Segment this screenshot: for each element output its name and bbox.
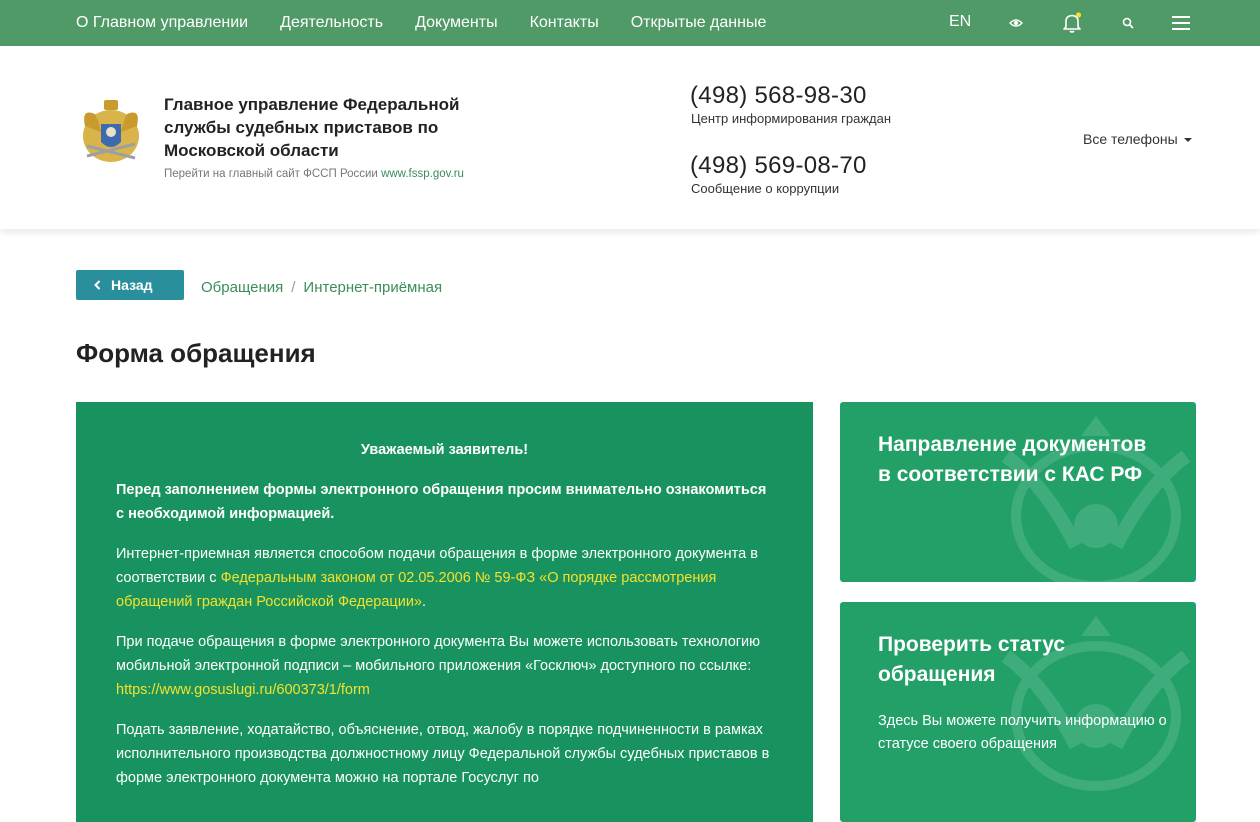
back-button-label: Назад [111,277,153,293]
page-title: Форма обращения [76,338,316,368]
check-status-card[interactable]: Проверить статус обращения Здесь Вы може… [840,602,1196,822]
breadcrumb: Обращения / Интернет-приёмная [201,279,442,296]
nav-item-activity[interactable]: Деятельность [280,14,383,32]
chevron-left-icon [94,280,101,290]
main-site-link[interactable]: Перейти на главный сайт ФССП России www.… [164,168,464,180]
breadcrumb-appeals[interactable]: Обращения [201,279,283,296]
info-paragraph-4: Подать заявление, ходатайство, объяснени… [116,722,770,786]
top-nav-bar: О Главном управлении Деятельность Докуме… [0,0,1260,46]
phone-info-center-caption: Центр информирования граждан [691,111,892,126]
info-paragraph-2: Интернет-приемная является способом пода… [116,542,773,614]
language-switch[interactable]: EN [949,13,971,31]
breadcrumb-separator: / [291,279,296,296]
kas-documents-card[interactable]: Направление документов в соответствии с … [840,402,1196,582]
check-status-description: Здесь Вы можете получить информацию о ст… [878,713,1167,752]
check-status-title: Проверить статус обращения [878,633,1066,686]
goskey-link[interactable]: https://www.gosuslugi.ru/600373/1/form [116,682,370,698]
site-header: Главное управление Федеральной службы су… [0,46,1260,229]
info-paragraph-2-end: . [421,594,427,610]
eye-icon[interactable] [1004,11,1028,35]
nav-item-open-data[interactable]: Открытые данные [631,14,767,32]
search-icon[interactable] [1116,11,1140,35]
main-site-link-text: Перейти на главный сайт ФССП России [164,168,378,180]
back-button[interactable]: Назад [76,270,184,300]
phone-corruption-caption: Сообщение о коррупции [691,181,840,196]
info-paragraph-1: Перед заполнением формы электронного обр… [116,482,767,522]
fssp-emblem-logo[interactable] [79,96,143,168]
info-paragraph-3: При подаче обращения в форме электронног… [116,630,773,702]
caret-down-icon [1183,138,1192,143]
all-phones-dropdown[interactable]: Все телефоны [1083,131,1192,147]
menu-icon[interactable] [1169,11,1193,35]
phone-corruption[interactable]: (498) 569-08-70 [690,152,867,180]
kas-documents-title: Направление документов в соответствии с … [878,433,1147,486]
nav-item-contacts[interactable]: Контакты [530,14,599,32]
nav-item-about[interactable]: О Главном управлении [76,14,248,32]
top-nav: О Главном управлении Деятельность Докуме… [76,0,766,46]
nav-item-documents[interactable]: Документы [415,14,497,32]
organization-name: Главное управление Федеральной службы су… [164,95,460,160]
bell-icon[interactable] [1060,11,1084,35]
info-paragraph-3-text: При подаче обращения в форме электронног… [116,634,761,674]
info-card: Уважаемый заявитель! Перед заполнением ф… [76,402,813,822]
breadcrumb-internet-reception[interactable]: Интернет-приёмная [303,279,442,296]
info-greeting: Уважаемый заявитель! [360,442,529,458]
main-site-url[interactable]: www.fssp.gov.ru [381,168,464,180]
phone-info-center[interactable]: (498) 568-98-30 [690,82,867,110]
all-phones-label: Все телефоны [1083,131,1178,147]
